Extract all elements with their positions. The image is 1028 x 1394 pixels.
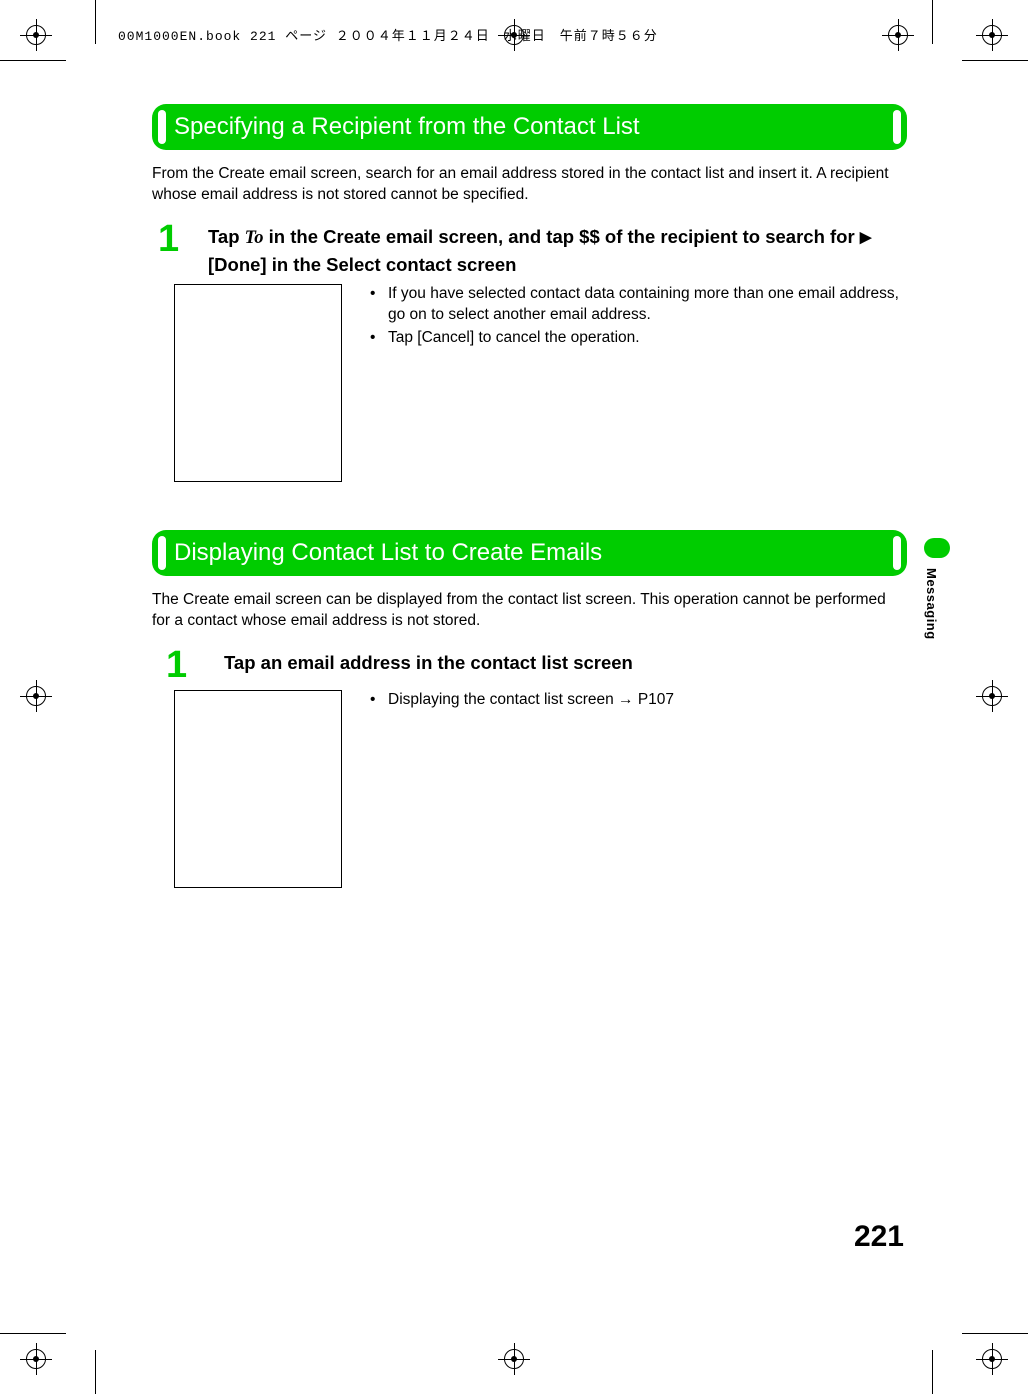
registration-mark-icon <box>20 19 52 51</box>
bullet-dot-icon: • <box>370 690 388 711</box>
crop-mark-icon <box>0 1333 66 1334</box>
step-row: 1 Tap To in the Create email screen, and… <box>152 220 907 279</box>
crop-mark-icon <box>95 1350 96 1394</box>
registration-mark-icon <box>20 680 52 712</box>
bullet-text: If you have selected contact data contai… <box>388 284 907 326</box>
step-number: 1 <box>152 220 208 258</box>
screenshot-placeholder <box>174 284 342 482</box>
bullet-item: •If you have selected contact data conta… <box>370 284 907 326</box>
step-details: •If you have selected contact data conta… <box>152 284 907 482</box>
bullet-item: •Tap [Cancel] to cancel the operation. <box>370 328 907 349</box>
page: 00M1000EN.book 221 ページ ２００４年１１月２４日 水曜日 午… <box>0 0 1028 1394</box>
crop-mark-icon <box>932 1350 933 1394</box>
section-heading: Specifying a Recipient from the Contact … <box>152 104 907 150</box>
step-number: 1 <box>152 646 224 684</box>
step-text-italic: To <box>245 228 264 248</box>
crop-mark-icon <box>932 0 933 44</box>
bullet-text: Displaying the contact list screen → P10… <box>388 690 674 711</box>
side-tab-label: Messaging <box>924 564 939 644</box>
side-tab-cap <box>924 538 950 558</box>
arrow-icon: → <box>618 691 634 708</box>
bullet-list: •Displaying the contact list screen → P1… <box>370 690 674 713</box>
step-text-part: [Done] in the Select contact screen <box>208 254 516 275</box>
crop-mark-icon <box>0 60 66 61</box>
step-details: •Displaying the contact list screen → P1… <box>152 690 907 888</box>
bullet-dot-icon: • <box>370 284 388 326</box>
page-number: 221 <box>854 1220 904 1254</box>
crop-mark-icon <box>95 0 96 44</box>
step-text-part: in the Create email screen, and tap $$ o… <box>264 226 860 247</box>
section-heading-text: Displaying Contact List to Create Emails <box>174 539 602 567</box>
registration-mark-icon <box>976 680 1008 712</box>
bullet-list: •If you have selected contact data conta… <box>370 284 907 351</box>
step-text-part: Tap <box>208 226 245 247</box>
page-content: Specifying a Recipient from the Contact … <box>152 104 907 936</box>
registration-mark-icon <box>976 19 1008 51</box>
registration-mark-icon <box>498 1343 530 1375</box>
arrow-icon: ▶ <box>860 229 872 246</box>
section-heading: Displaying Contact List to Create Emails <box>152 530 907 576</box>
step-row: 1 Tap an email address in the contact li… <box>152 646 907 684</box>
section-intro: From the Create email screen, search for… <box>152 164 907 206</box>
bullet-text: Tap [Cancel] to cancel the operation. <box>388 328 640 349</box>
registration-mark-icon <box>498 19 530 51</box>
bullet-dot-icon: • <box>370 328 388 349</box>
header-meta-text: 00M1000EN.book 221 ページ ２００４年１１月２４日 水曜日 午… <box>118 25 658 44</box>
side-tab: Messaging <box>924 538 950 650</box>
section-heading-text: Specifying a Recipient from the Contact … <box>174 113 640 141</box>
bullet-item: •Displaying the contact list screen → P1… <box>370 690 674 711</box>
screenshot-placeholder <box>174 690 342 888</box>
crop-mark-icon <box>962 60 1028 61</box>
crop-mark-icon <box>962 1333 1028 1334</box>
section-intro: The Create email screen can be displayed… <box>152 590 907 632</box>
registration-mark-icon <box>882 19 914 51</box>
registration-mark-icon <box>20 1343 52 1375</box>
step-instruction: Tap To in the Create email screen, and t… <box>208 220 907 279</box>
step-instruction: Tap an email address in the contact list… <box>224 646 633 677</box>
registration-mark-icon <box>976 1343 1008 1375</box>
